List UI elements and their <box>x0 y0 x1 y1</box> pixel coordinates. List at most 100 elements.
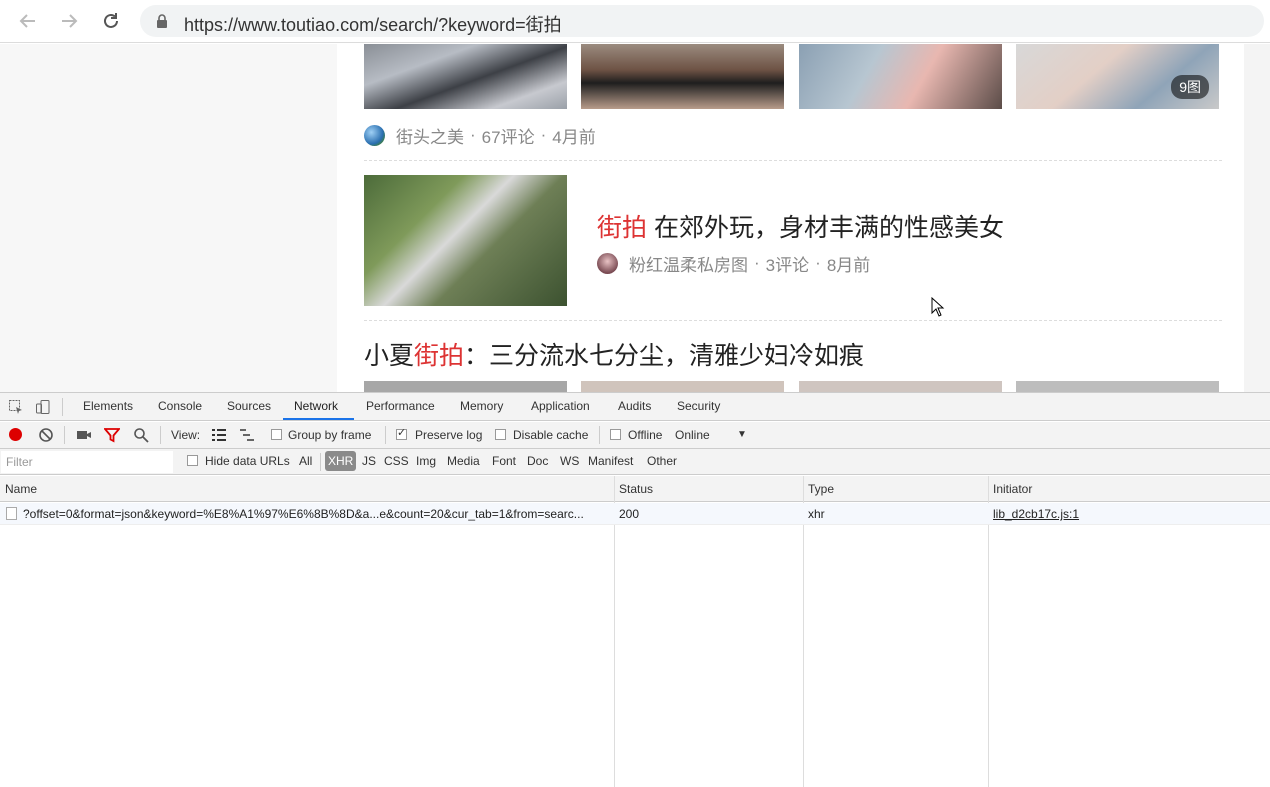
page-viewport: 9图 街头之美 · 67评论 · 4月前 街拍 在郊外玩，身材丰满的性感美女 粉… <box>0 44 1270 392</box>
browser-toolbar: https://www.toutiao.com/search/?keyword=… <box>0 0 1270 43</box>
request-type: xhr <box>808 507 825 521</box>
inspect-element-icon[interactable] <box>8 399 24 415</box>
throttling-select[interactable]: Online <box>675 428 710 442</box>
gallery-thumbnail[interactable] <box>581 381 784 392</box>
gallery-thumbnail[interactable] <box>364 381 567 392</box>
preserve-log-label: Preserve log <box>415 428 483 442</box>
request-initiator-link[interactable]: lib_d2cb17c.js:1 <box>993 507 1079 521</box>
table-row[interactable]: ?offset=0&format=json&keyword=%E8%A1%97%… <box>0 503 1270 525</box>
post-time: 4月前 <box>552 127 596 147</box>
record-button[interactable] <box>9 428 22 441</box>
devtools-panel: Elements Console Sources Network Perform… <box>0 392 1270 787</box>
filter-type-all[interactable]: All <box>299 454 312 468</box>
article-thumbnail[interactable] <box>364 175 567 306</box>
preserve-log-checkbox[interactable] <box>396 426 407 440</box>
search-icon[interactable] <box>133 427 149 443</box>
filter-type-js[interactable]: JS <box>362 454 376 468</box>
devtools-tabbar: Elements Console Sources Network Perform… <box>0 393 1270 421</box>
image-count-badge: 9图 <box>1171 75 1209 99</box>
separator <box>160 426 161 444</box>
tab-application[interactable]: Application <box>531 399 590 413</box>
filter-type-manifest[interactable]: Manifest <box>588 454 633 468</box>
network-toolbar: View: Group by frame Preserve log Disabl… <box>0 422 1270 449</box>
article-title-text: ：三分流水七分尘，清雅少妇冷如痕 <box>464 342 865 370</box>
article-title[interactable]: 小夏街拍：三分流水七分尘，清雅少妇冷如痕 <box>364 336 864 372</box>
view-label: View: <box>171 428 201 442</box>
column-status[interactable]: Status <box>619 482 653 496</box>
search-results: 9图 街头之美 · 67评论 · 4月前 街拍 在郊外玩，身材丰满的性感美女 粉… <box>337 44 1244 392</box>
source-name[interactable]: 街头之美 <box>396 123 464 148</box>
group-by-frame-label: Group by frame <box>288 428 372 442</box>
network-filterbar: Hide data URLs All XHR JS CSS Img Media … <box>0 449 1270 475</box>
offline-checkbox[interactable] <box>610 429 621 440</box>
column-initiator[interactable]: Initiator <box>993 482 1032 496</box>
tab-audits[interactable]: Audits <box>618 399 651 413</box>
comment-count: 3评论 <box>765 255 810 275</box>
request-name[interactable]: ?offset=0&format=json&keyword=%E8%A1%97%… <box>23 507 611 521</box>
hide-data-urls-checkbox[interactable] <box>187 455 198 466</box>
filter-type-other[interactable]: Other <box>647 454 677 468</box>
filter-type-css[interactable]: CSS <box>384 454 409 468</box>
back-button[interactable] <box>16 9 40 33</box>
gallery-thumbnail[interactable] <box>799 44 1002 109</box>
tab-elements[interactable]: Elements <box>83 399 133 413</box>
tab-performance[interactable]: Performance <box>366 399 435 413</box>
filter-type-img[interactable]: Img <box>416 454 436 468</box>
tab-network[interactable]: Network <box>294 399 338 413</box>
address-bar[interactable]: https://www.toutiao.com/search/?keyword=… <box>140 5 1264 37</box>
gallery-thumbnail[interactable]: 9图 <box>1016 44 1219 109</box>
reload-button[interactable] <box>99 9 123 33</box>
meta-separator: · <box>754 253 760 272</box>
result-meta: 街头之美 · 67评论 · 4月前 <box>364 123 596 147</box>
capture-screenshots-icon[interactable] <box>76 427 92 443</box>
filter-type-ws[interactable]: WS <box>560 454 579 468</box>
separator <box>385 426 386 444</box>
lock-icon <box>157 14 167 28</box>
filter-input[interactable] <box>1 451 173 473</box>
offline-label: Offline <box>628 428 663 442</box>
meta-separator: · <box>815 253 821 272</box>
result-divider <box>364 320 1222 321</box>
request-status: 200 <box>619 507 640 521</box>
article-title-text: 小夏 <box>364 342 415 370</box>
group-by-frame-checkbox[interactable] <box>271 429 282 440</box>
article-title[interactable]: 街拍 在郊外玩，身材丰满的性感美女 <box>597 208 1004 244</box>
filter-type-media[interactable]: Media <box>447 454 480 468</box>
avatar[interactable] <box>364 124 385 146</box>
gallery-thumbnail[interactable] <box>581 44 784 109</box>
active-tab-indicator <box>283 418 354 420</box>
keyword-highlight: 街拍 <box>414 342 465 370</box>
source-name[interactable]: 粉红温柔私房图 <box>629 251 748 276</box>
document-icon <box>6 507 17 520</box>
hide-data-urls-label: Hide data URLs <box>205 454 290 468</box>
arrow-left-icon <box>19 14 35 28</box>
column-type[interactable]: Type <box>808 482 834 496</box>
device-toolbar-icon[interactable] <box>35 399 51 415</box>
disable-cache-checkbox[interactable] <box>495 429 506 440</box>
tab-memory[interactable]: Memory <box>460 399 503 413</box>
gallery-thumbnail[interactable] <box>799 381 1002 392</box>
gallery-thumbnail[interactable] <box>1016 381 1219 392</box>
meta-separator: · <box>540 125 547 144</box>
tab-security[interactable]: Security <box>677 399 720 413</box>
comment-count: 67评论 <box>481 127 535 147</box>
forward-button[interactable] <box>57 9 81 33</box>
chevron-down-icon[interactable]: ▼ <box>737 429 747 440</box>
page-left-margin <box>0 44 337 392</box>
column-name[interactable]: Name <box>5 482 37 496</box>
filter-type-doc[interactable]: Doc <box>527 454 548 468</box>
large-rows-icon[interactable] <box>211 427 227 443</box>
clear-icon[interactable] <box>38 427 54 443</box>
avatar[interactable] <box>597 252 618 274</box>
tab-sources[interactable]: Sources <box>227 399 271 413</box>
result-meta: 粉红温柔私房图 · 3评论 · 8月前 <box>597 251 870 275</box>
filter-type-font[interactable]: Font <box>492 454 516 468</box>
filter-icon[interactable] <box>104 427 120 443</box>
separator <box>62 398 63 416</box>
filter-type-xhr[interactable]: XHR <box>325 451 357 471</box>
waterfall-icon[interactable] <box>239 427 255 443</box>
gallery-thumbnail[interactable] <box>364 44 567 109</box>
separator <box>599 426 600 444</box>
arrow-right-icon <box>62 14 78 28</box>
tab-console[interactable]: Console <box>158 399 202 413</box>
